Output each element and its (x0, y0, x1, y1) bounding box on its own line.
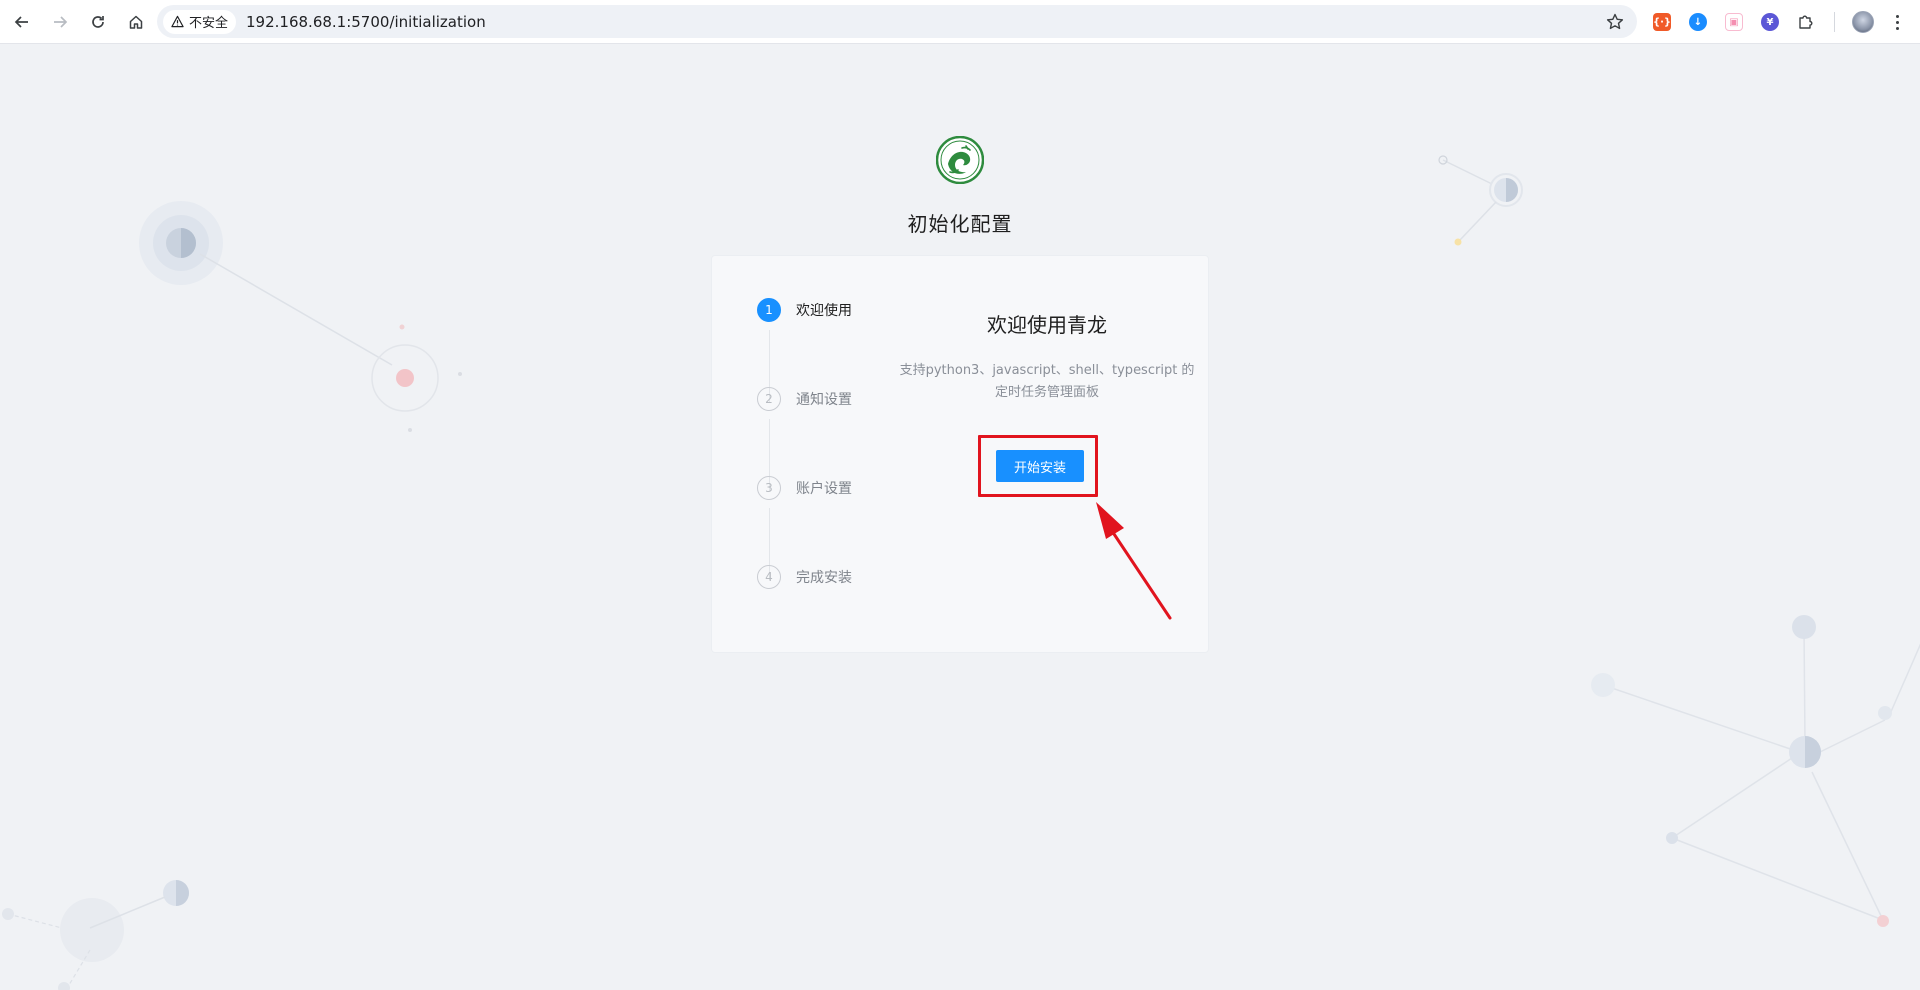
step-account: 3 账户设置 (757, 476, 852, 500)
qinglong-logo (936, 136, 984, 184)
extension-purple-icon[interactable]: ¥ (1758, 10, 1782, 34)
extension-json-icon[interactable]: {·} (1650, 10, 1674, 34)
profile-avatar[interactable] (1851, 10, 1875, 34)
step-number: 3 (757, 476, 781, 500)
step-welcome: 1 欢迎使用 (757, 298, 852, 322)
step-label: 欢迎使用 (796, 303, 852, 319)
url-text[interactable]: 192.168.68.1:5700/initialization (246, 13, 486, 31)
arrow-left-icon (14, 15, 28, 28)
steps-nav: 1 欢迎使用 2 通知设置 3 账户设置 4 完成安装 (757, 298, 907, 618)
step-number: 2 (757, 387, 781, 411)
welcome-description: 支持python3、javascript、shell、typescript 的 … (897, 360, 1197, 404)
warning-icon (171, 15, 184, 28)
back-button[interactable] (4, 4, 40, 40)
browser-menu-icon[interactable] (1887, 10, 1907, 34)
welcome-content: 欢迎使用青龙 支持python3、javascript、shell、typesc… (897, 306, 1197, 404)
avatar (1852, 11, 1874, 33)
home-button[interactable] (118, 4, 154, 40)
reload-icon (92, 15, 104, 28)
step-number: 4 (757, 565, 781, 589)
extension-download-icon[interactable]: ↓ (1686, 10, 1710, 34)
forward-button[interactable] (42, 4, 78, 40)
description-line: 定时任务管理面板 (994, 385, 1099, 400)
step-number: 1 (757, 298, 781, 322)
page-title: 初始化配置 (907, 212, 1013, 236)
initialization-card: 1 欢迎使用 2 通知设置 3 账户设置 4 完成安装 欢迎使用青龙 支持pyt… (711, 255, 1209, 653)
security-chip[interactable]: 不安全 (163, 9, 237, 34)
welcome-title: 欢迎使用青龙 (987, 313, 1107, 337)
extensions-puzzle-icon[interactable] (1794, 10, 1818, 34)
arrow-right-icon (54, 15, 68, 28)
toolbar-divider (1834, 12, 1835, 32)
step-finish: 4 完成安装 (757, 565, 852, 589)
extensions-area: {·} ↓ ▣ ¥ (1650, 8, 1907, 36)
browser-toolbar: 不安全 192.168.68.1:5700/initialization {·}… (0, 0, 1920, 44)
reload-button[interactable] (80, 4, 116, 40)
bookmark-star-icon[interactable] (1605, 12, 1625, 32)
step-label: 完成安装 (796, 570, 852, 586)
step-label: 账户设置 (796, 481, 852, 497)
annotation-highlight-box (978, 435, 1098, 497)
home-icon (129, 15, 143, 29)
address-bar[interactable]: 不安全 192.168.68.1:5700/initialization (157, 5, 1637, 38)
description-line: 支持python3、javascript、shell、typescript 的 (899, 363, 1195, 378)
page-content: 初始化配置 1 欢迎使用 2 通知设置 3 账户设置 4 完成安装 欢迎使用青龙… (0, 44, 1920, 990)
step-notification: 2 通知设置 (757, 387, 852, 411)
extension-bilibili-icon[interactable]: ▣ (1722, 10, 1746, 34)
step-label: 通知设置 (796, 392, 852, 408)
security-label: 不安全 (189, 16, 229, 31)
